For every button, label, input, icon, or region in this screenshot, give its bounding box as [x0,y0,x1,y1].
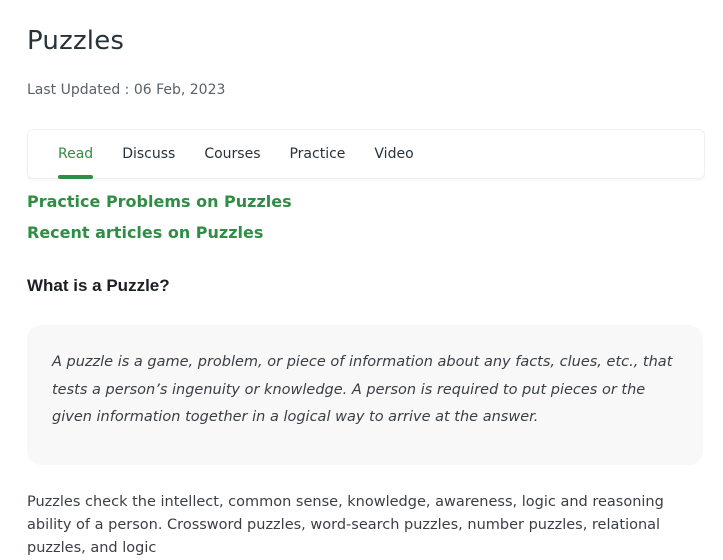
tab-read[interactable]: Read [58,130,94,179]
recent-articles-link[interactable]: Recent articles on Puzzles [27,223,263,242]
definition-text: A puzzle is a game, problem, or piece of… [52,354,673,425]
last-updated: Last Updated : 06 Feb, 2023 [27,82,226,98]
tab-practice[interactable]: Practice [289,130,345,178]
page-title: Puzzles [27,26,125,56]
article-tabs-bar: Read Discuss Courses Practice Video [27,129,705,179]
tab-video[interactable]: Video [374,130,413,178]
definition-blockquote: A puzzle is a game, problem, or piece of… [27,325,703,465]
article-tabs: Read Discuss Courses Practice Video [58,130,443,179]
tab-courses[interactable]: Courses [204,130,260,178]
section-heading: What is a Puzzle? [27,276,170,295]
practice-problems-link[interactable]: Practice Problems on Puzzles [27,192,292,211]
article-paragraph: Puzzles check the intellect, common sens… [27,494,664,556]
tab-discuss[interactable]: Discuss [122,130,175,178]
